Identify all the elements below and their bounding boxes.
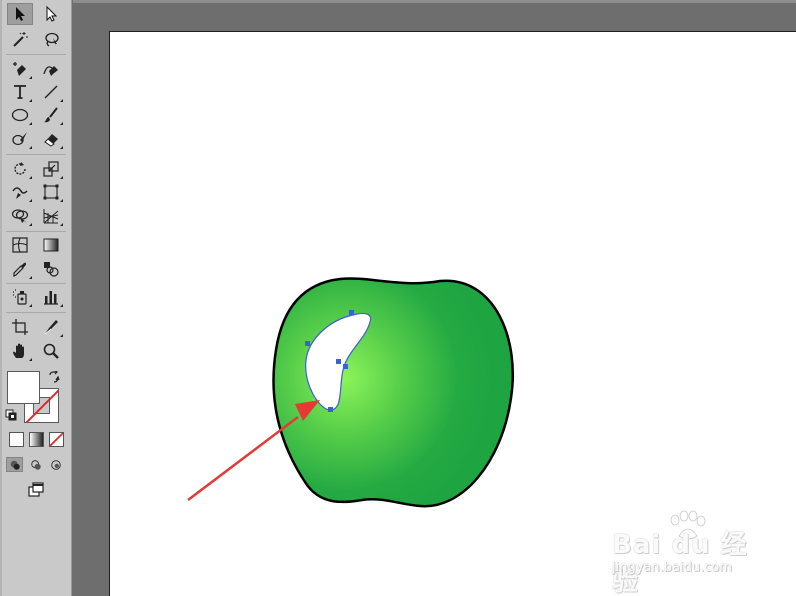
type-tool[interactable] — [7, 81, 33, 103]
zoom-icon — [43, 343, 59, 359]
shaper-icon — [12, 132, 27, 146]
submenu-indicator — [60, 304, 63, 307]
lasso-tool[interactable] — [38, 28, 64, 50]
panel-edge — [0, 0, 2, 596]
symbol-sprayer-tool[interactable] — [7, 286, 33, 308]
ellipse-tool[interactable] — [7, 104, 33, 126]
shape-builder-tool[interactable] — [7, 205, 33, 227]
symbol-sprayer-icon — [13, 289, 27, 305]
draw-inside-icon — [50, 459, 61, 470]
pen-icon — [13, 62, 26, 76]
watermark-url: jingyan.baidu.com — [612, 560, 732, 575]
draw-inside-button[interactable] — [47, 457, 64, 472]
pen-tool[interactable] — [7, 58, 33, 80]
hand-icon — [13, 343, 24, 358]
artboard-icon — [12, 319, 28, 335]
submenu-indicator — [60, 176, 63, 179]
draw-normal-button[interactable] — [6, 457, 23, 472]
gradient-mode-button[interactable] — [29, 432, 44, 447]
column-graph-icon — [44, 291, 58, 305]
document-tab-strip — [73, 0, 796, 3]
blend-icon — [44, 262, 59, 277]
submenu-indicator — [60, 199, 63, 202]
line-segment-icon — [44, 85, 58, 99]
curvature-pen-icon — [43, 66, 58, 76]
magic-wand-tool[interactable] — [7, 28, 33, 50]
tool-separator — [6, 154, 66, 155]
none-mode-button[interactable] — [49, 432, 64, 447]
artboard-tool[interactable] — [7, 316, 33, 338]
eraser-icon — [44, 134, 58, 147]
submenu-indicator — [60, 99, 63, 102]
eyedropper-icon — [13, 262, 26, 277]
submenu-indicator — [29, 76, 32, 79]
slice-tool[interactable] — [38, 316, 64, 338]
submenu-indicator — [29, 358, 32, 361]
draw-behind-icon — [30, 459, 41, 470]
rotate-icon — [14, 162, 26, 175]
selection-arrow-icon — [16, 7, 25, 21]
submenu-indicator — [60, 146, 63, 149]
column-graph-tool[interactable] — [38, 286, 64, 308]
default-fill-stroke-icon[interactable] — [5, 409, 17, 421]
lasso-icon — [45, 32, 59, 47]
tool-separator — [6, 54, 66, 55]
shaper-tool[interactable] — [7, 128, 33, 150]
slice-icon — [44, 320, 58, 335]
mesh-tool[interactable] — [7, 234, 33, 256]
submenu-indicator — [29, 199, 32, 202]
baidu-watermark: Bai du 经验 jingyan.baidu.com — [607, 510, 767, 596]
free-transform-icon — [43, 184, 59, 200]
paintbrush-icon — [44, 107, 58, 123]
gradient-tool[interactable] — [38, 234, 64, 256]
line-segment-tool[interactable] — [38, 81, 64, 103]
warp-tool[interactable] — [7, 181, 33, 203]
selection-tool[interactable] — [7, 3, 33, 25]
color-mode-button[interactable] — [9, 432, 24, 447]
fill-color-swatch[interactable] — [7, 371, 40, 404]
hand-tool[interactable] — [7, 340, 33, 362]
tool-separator — [6, 283, 66, 284]
submenu-indicator — [29, 146, 32, 149]
screen-mode-icon — [28, 482, 44, 497]
scale-icon — [43, 161, 59, 177]
magic-wand-icon — [13, 32, 28, 47]
gradient-icon — [43, 238, 59, 252]
submenu-indicator — [29, 223, 32, 226]
rotate-tool[interactable] — [7, 158, 33, 180]
warp-icon — [12, 187, 28, 199]
eyedropper-tool[interactable] — [7, 258, 33, 280]
tool-separator — [6, 231, 66, 232]
shape-builder-icon — [11, 209, 29, 223]
tool-separator — [6, 312, 66, 313]
zoom-tool[interactable] — [38, 340, 64, 362]
paintbrush-tool[interactable] — [38, 104, 64, 126]
curvature-tool[interactable] — [38, 58, 64, 80]
submenu-indicator — [60, 223, 63, 226]
draw-normal-icon — [10, 460, 20, 470]
submenu-indicator — [29, 304, 32, 307]
submenu-indicator — [29, 99, 32, 102]
screen-mode-button[interactable] — [23, 480, 49, 500]
submenu-indicator — [29, 176, 32, 179]
submenu-indicator — [60, 122, 63, 125]
eraser-tool[interactable] — [38, 128, 64, 150]
swap-fill-stroke-icon[interactable] — [48, 371, 60, 383]
tools-panel — [0, 0, 72, 596]
perspective-grid-tool[interactable] — [38, 205, 64, 227]
direct-selection-arrow-icon — [46, 5, 58, 22]
submenu-indicator — [60, 334, 63, 337]
free-transform-tool[interactable] — [38, 181, 64, 203]
ellipse-icon — [11, 108, 29, 122]
type-icon — [14, 85, 26, 99]
scale-tool[interactable] — [38, 158, 64, 180]
submenu-indicator — [29, 276, 32, 279]
none-slash-icon — [50, 433, 63, 446]
mesh-icon — [12, 237, 28, 253]
perspective-grid-icon — [43, 209, 59, 224]
blend-tool[interactable] — [38, 258, 64, 280]
draw-behind-button[interactable] — [27, 457, 44, 472]
direct-selection-tool[interactable] — [38, 3, 64, 25]
submenu-indicator — [29, 122, 32, 125]
